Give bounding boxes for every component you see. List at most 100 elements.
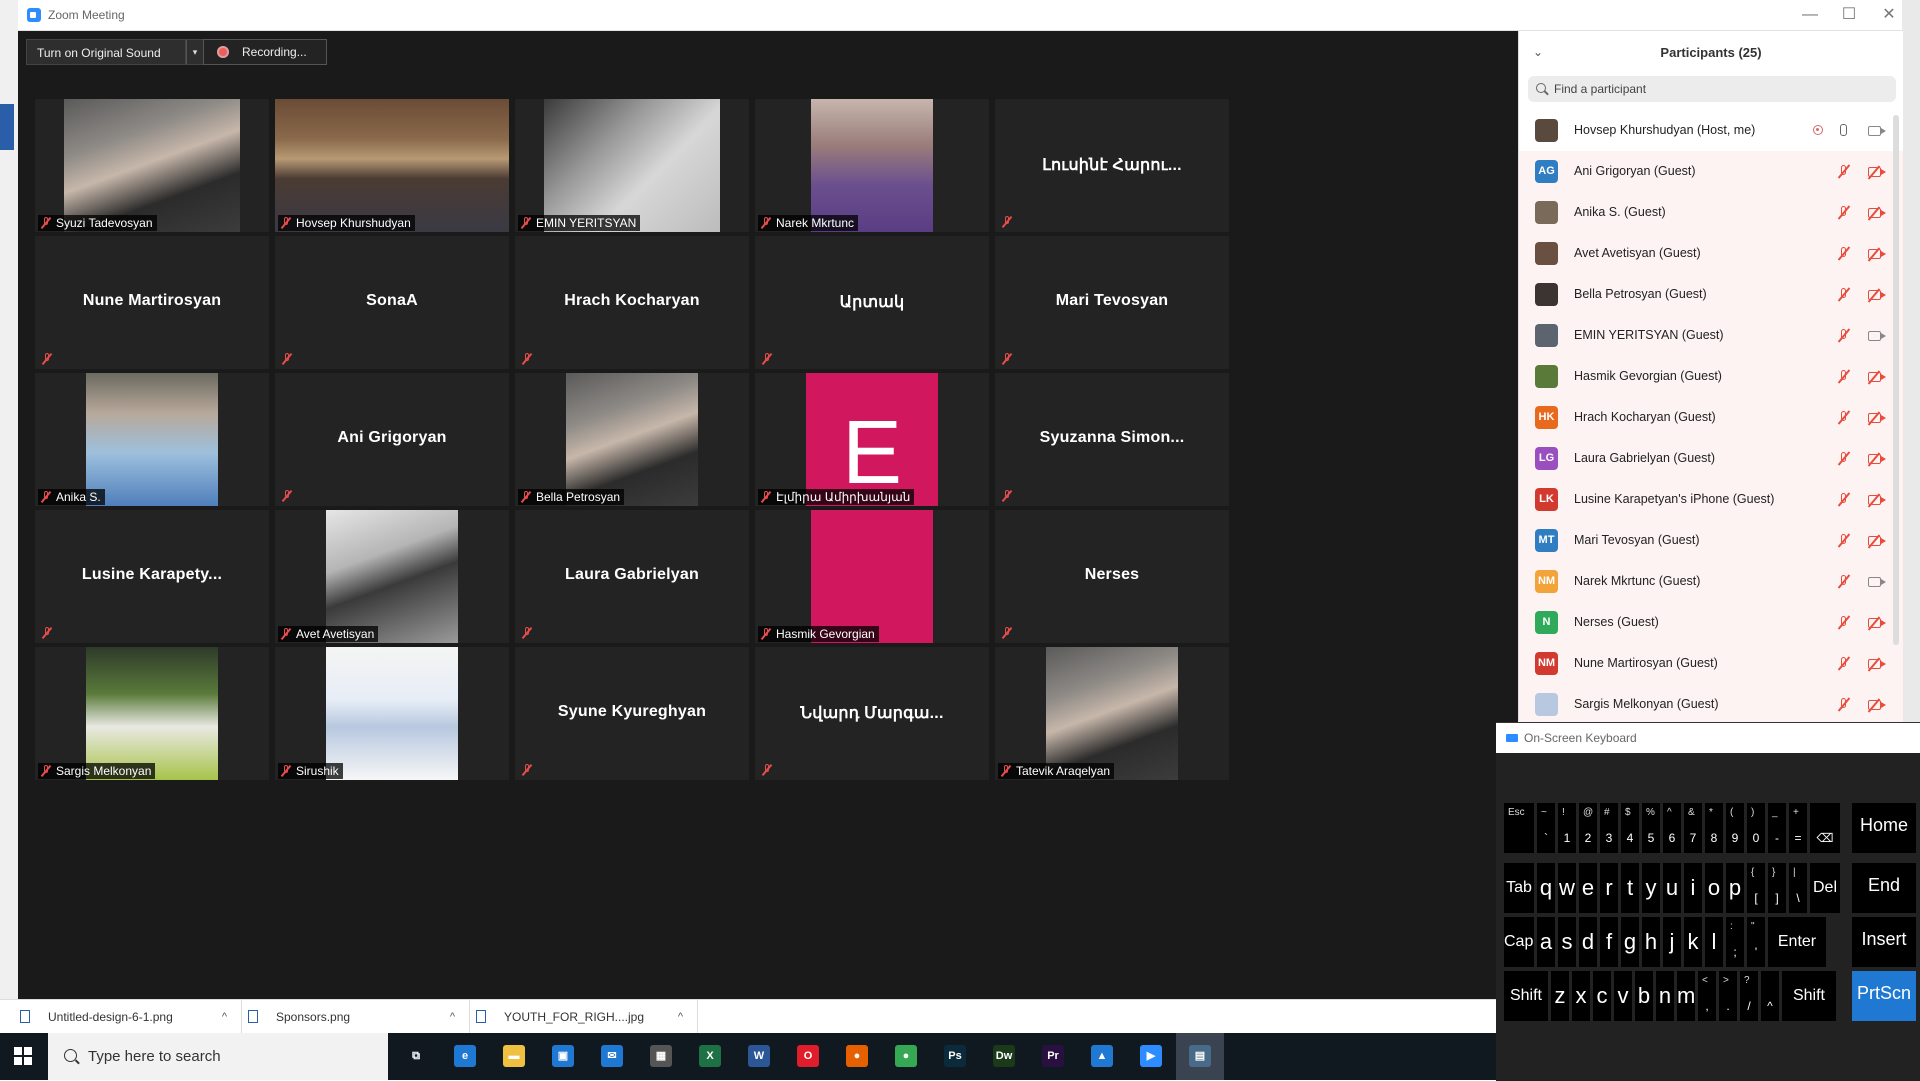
- task-view-icon[interactable]: ⧉: [405, 1045, 427, 1067]
- video-tile-25[interactable]: Tatevik Araqelyan: [995, 647, 1229, 780]
- video-tile-17[interactable]: Avet Avetisyan: [275, 510, 509, 643]
- camera-icon[interactable]: [1868, 331, 1886, 341]
- participant-row[interactable]: NM Nune Martirosyan (Guest): [1519, 643, 1903, 684]
- download-item[interactable]: Sponsors.png ^: [242, 1000, 470, 1034]
- dreamweaver-icon[interactable]: Dw: [993, 1045, 1015, 1067]
- edge-icon[interactable]: e: [454, 1045, 476, 1067]
- video-tile-9[interactable]: Արտակ: [755, 236, 989, 369]
- camera-off-icon[interactable]: [1868, 167, 1886, 177]
- key-5[interactable]: 5%: [1642, 803, 1660, 853]
- key-n[interactable]: n: [1656, 971, 1674, 1021]
- video-tile-23[interactable]: Syune Kyureghyan: [515, 647, 749, 780]
- original-sound-dropdown[interactable]: ▾: [186, 39, 204, 65]
- video-tile-16[interactable]: Lusine Karapety...: [35, 510, 269, 643]
- muted-mic-icon[interactable]: [1837, 616, 1851, 630]
- key-i[interactable]: i: [1684, 863, 1702, 913]
- muted-mic-icon[interactable]: [1837, 534, 1851, 548]
- download-item[interactable]: YOUTH_FOR_RIGH....jpg ^: [470, 1000, 698, 1034]
- find-participant-input[interactable]: Find a participant: [1528, 76, 1896, 102]
- key-esc[interactable]: Esc: [1504, 803, 1534, 853]
- key-item[interactable]: \ |: [1789, 863, 1807, 913]
- video-tile-22[interactable]: Sirushik: [275, 647, 509, 780]
- muted-mic-icon[interactable]: [1837, 452, 1851, 466]
- muted-mic-icon[interactable]: [1837, 247, 1851, 261]
- firefox-icon[interactable]: ●: [846, 1045, 868, 1067]
- word-icon[interactable]: W: [748, 1045, 770, 1067]
- video-tile-12[interactable]: Ani Grigoryan: [275, 373, 509, 506]
- download-item[interactable]: Untitled-design-6-1.png ^: [14, 1000, 242, 1034]
- camera-off-icon[interactable]: [1868, 290, 1886, 300]
- key-m[interactable]: m: [1677, 971, 1695, 1021]
- calculator-icon[interactable]: ▦: [650, 1045, 672, 1067]
- video-tile-4[interactable]: Narek Mkrtunc: [755, 99, 989, 232]
- participant-row[interactable]: LK Lusine Karapetyan's iPhone (Guest): [1519, 479, 1903, 520]
- video-tile-14[interactable]: E Էլմիրա Ամիրխանյան: [755, 373, 989, 506]
- muted-mic-icon[interactable]: [1837, 288, 1851, 302]
- video-tile-24[interactable]: Նվարդ Մարգա...: [755, 647, 989, 780]
- minimize-button[interactable]: —: [1795, 4, 1825, 26]
- photoshop-icon[interactable]: Ps: [944, 1045, 966, 1067]
- key-item[interactable]: [{: [1747, 863, 1765, 913]
- key-y[interactable]: y: [1642, 863, 1660, 913]
- key-item[interactable]: ^: [1761, 971, 1779, 1021]
- key-item[interactable]: . >: [1719, 971, 1737, 1021]
- video-tile-5[interactable]: Լուսինէ Հարու...: [995, 99, 1229, 232]
- key-end[interactable]: End: [1852, 863, 1916, 913]
- key-item[interactable]: , <: [1698, 971, 1716, 1021]
- video-tile-10[interactable]: Mari Tevosyan: [995, 236, 1229, 369]
- muted-mic-icon[interactable]: [1837, 370, 1851, 384]
- key-p[interactable]: p: [1726, 863, 1744, 913]
- key-4[interactable]: 4 $: [1621, 803, 1639, 853]
- camera-off-icon[interactable]: [1868, 249, 1886, 259]
- key-prtscn[interactable]: PrtScn: [1852, 971, 1916, 1021]
- zoom-icon[interactable]: ▶: [1140, 1045, 1162, 1067]
- camera-icon[interactable]: [1868, 577, 1886, 587]
- key-g[interactable]: g: [1621, 917, 1639, 967]
- camera-off-icon[interactable]: [1868, 372, 1886, 382]
- participant-row[interactable]: LG Laura Gabrielyan (Guest): [1519, 438, 1903, 479]
- key-q[interactable]: q: [1537, 863, 1555, 913]
- key-item[interactable]: ⌫: [1810, 803, 1840, 853]
- chevron-up-icon[interactable]: ^: [222, 1000, 227, 1034]
- camera-off-icon[interactable]: [1868, 495, 1886, 505]
- key-9[interactable]: 9(: [1726, 803, 1744, 853]
- key-item[interactable]: ' ": [1747, 917, 1765, 967]
- mail-icon[interactable]: ✉: [601, 1045, 623, 1067]
- muted-mic-icon[interactable]: [1837, 657, 1851, 671]
- video-tile-13[interactable]: Bella Petrosyan: [515, 373, 749, 506]
- participant-row[interactable]: Avet Avetisyan (Guest): [1519, 233, 1903, 274]
- participant-row[interactable]: N Nerses (Guest): [1519, 602, 1903, 643]
- key-e[interactable]: e: [1579, 863, 1597, 913]
- video-tile-15[interactable]: Syuzanna Simon...: [995, 373, 1229, 506]
- taskbar-search-input[interactable]: Type here to search: [48, 1033, 388, 1080]
- premiere-icon[interactable]: Pr: [1042, 1045, 1064, 1067]
- key-z[interactable]: z: [1551, 971, 1569, 1021]
- store-icon[interactable]: ▣: [552, 1045, 574, 1067]
- muted-mic-icon[interactable]: [1837, 698, 1851, 712]
- key-shift[interactable]: Shift: [1782, 971, 1836, 1021]
- key-0[interactable]: 0): [1747, 803, 1765, 853]
- key-w[interactable]: w: [1558, 863, 1576, 913]
- participant-row[interactable]: Bella Petrosyan (Guest): [1519, 274, 1903, 315]
- maximize-button[interactable]: ☐: [1834, 4, 1864, 26]
- key-8[interactable]: 8 *: [1705, 803, 1723, 853]
- file-explorer-icon[interactable]: ▬: [503, 1045, 525, 1067]
- key-t[interactable]: t: [1621, 863, 1639, 913]
- key-enter[interactable]: Enter: [1768, 917, 1826, 967]
- participant-row[interactable]: MT Mari Tevosyan (Guest): [1519, 520, 1903, 561]
- key-b[interactable]: b: [1635, 971, 1653, 1021]
- participant-row[interactable]: Hasmik Gevorgian (Guest): [1519, 356, 1903, 397]
- participant-row[interactable]: Sargis Melkonyan (Guest): [1519, 684, 1903, 725]
- participant-row[interactable]: Hovsep Khurshudyan (Host, me): [1519, 110, 1903, 151]
- key-v[interactable]: v: [1614, 971, 1632, 1021]
- key-o[interactable]: o: [1705, 863, 1723, 913]
- remote-desktop-icon[interactable]: ▤: [1189, 1045, 1211, 1067]
- participant-row[interactable]: NM Narek Mkrtunc (Guest): [1519, 561, 1903, 602]
- camera-off-icon[interactable]: [1868, 659, 1886, 669]
- recording-indicator[interactable]: Recording...: [203, 39, 327, 65]
- key-item[interactable]: - _: [1768, 803, 1786, 853]
- key-item[interactable]: ` ~: [1537, 803, 1555, 853]
- key-r[interactable]: r: [1600, 863, 1618, 913]
- muted-mic-icon[interactable]: [1837, 329, 1851, 343]
- video-tile-20[interactable]: Nerses: [995, 510, 1229, 643]
